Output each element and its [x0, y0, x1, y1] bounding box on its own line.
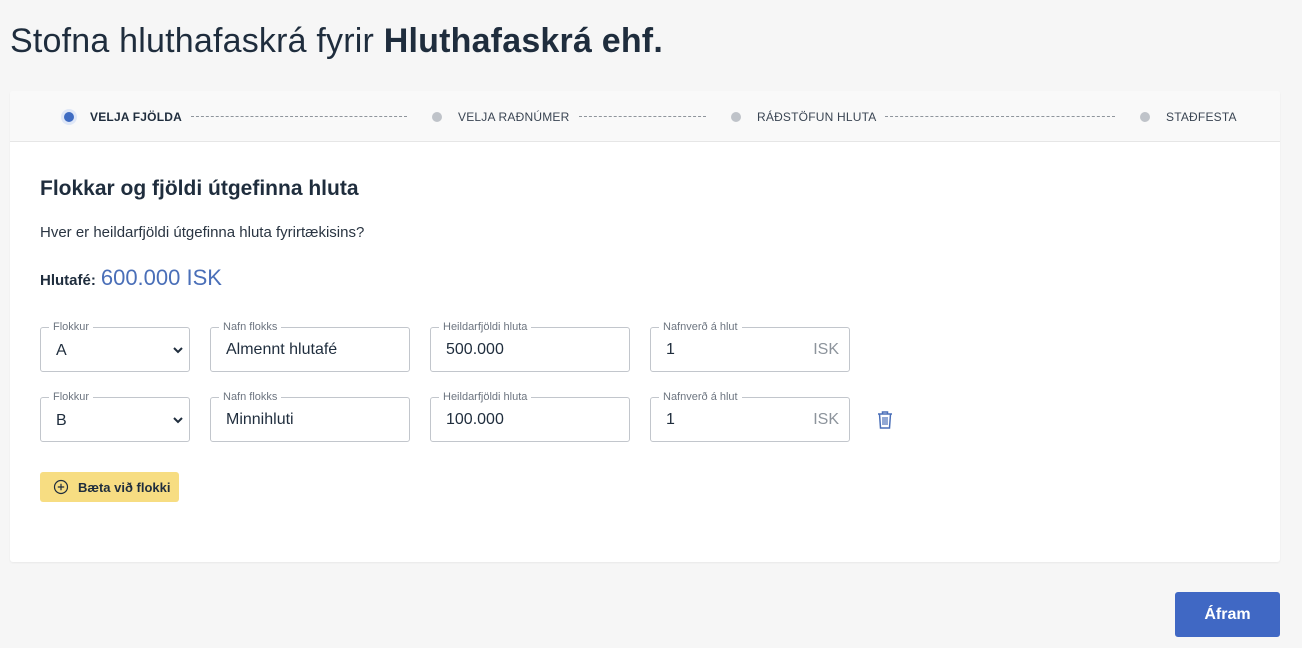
section-title: Flokkar og fjöldi útgefinna hluta — [40, 177, 359, 200]
par-value-input[interactable]: Nafnverð á hlut 1 ISK — [650, 391, 850, 442]
share-registry-card: VELJA FJÖLDA VELJA RAÐNÚMER RÁÐSTÖFUN HL… — [10, 91, 1280, 562]
share-capital-value: 600.000 ISK — [100, 265, 222, 290]
step-stadfesta[interactable]: STAÐFESTA — [1140, 91, 1237, 142]
stepper: VELJA FJÖLDA VELJA RAÐNÚMER RÁÐSTÖFUN HL… — [10, 91, 1280, 142]
par-value-value: 1 — [666, 411, 675, 428]
share-capital-label: Hlutafé: — [40, 272, 96, 289]
page-title-prefix: Stofna hluthafaskrá fyrir — [10, 22, 375, 60]
company-name: Hluthafaskrá ehf. — [383, 22, 663, 60]
plus-circle-icon — [53, 479, 69, 495]
class-name-input[interactable]: Nafn flokks Almennt hlutafé — [210, 321, 410, 372]
step-radstofun-hluta[interactable]: RÁÐSTÖFUN HLUTA — [731, 91, 876, 142]
step-connector — [579, 116, 706, 117]
class-name-value: Minnihluti — [226, 411, 294, 428]
class-select-value: A — [56, 342, 67, 359]
currency-unit: ISK — [813, 411, 839, 428]
share-capital: Hlutafé: 600.000 ISK — [40, 265, 222, 291]
step-label: STAÐFESTA — [1166, 109, 1237, 124]
step-dot-icon — [731, 111, 741, 122]
step-label: VELJA RAÐNÚMER — [458, 109, 570, 124]
chevron-down-icon — [173, 417, 183, 424]
total-shares-input[interactable]: Heildarfjöldi hluta 500.000 — [430, 321, 630, 372]
total-shares-input[interactable]: Heildarfjöldi hluta 100.000 — [430, 391, 630, 442]
total-shares-value: 500.000 — [446, 341, 504, 358]
chevron-down-icon — [173, 347, 183, 354]
next-button[interactable]: Áfram — [1175, 592, 1280, 637]
add-class-label: Bæta við flokki — [78, 479, 171, 495]
class-name-value: Almennt hlutafé — [226, 341, 338, 358]
step-label: VELJA FJÖLDA — [90, 109, 182, 124]
step-connector — [191, 116, 407, 117]
page-title: Stofna hluthafaskrá fyrir Hluthafaskrá e… — [10, 22, 663, 61]
section-question: Hver er heildarfjöldi útgefinna hluta fy… — [40, 224, 365, 241]
total-shares-value: 100.000 — [446, 411, 504, 428]
step-dot-icon — [1140, 111, 1150, 122]
step-label: RÁÐSTÖFUN HLUTA — [757, 109, 877, 124]
class-select[interactable]: Flokkur B — [40, 391, 190, 442]
step-velja-radnumer[interactable]: VELJA RAÐNÚMER — [432, 91, 570, 142]
trash-icon[interactable] — [876, 410, 894, 430]
class-select-value: B — [56, 412, 67, 429]
class-name-input[interactable]: Nafn flokks Minnihluti — [210, 391, 410, 442]
step-velja-fjolda[interactable]: VELJA FJÖLDA — [64, 91, 182, 142]
step-dot-icon — [432, 111, 442, 122]
par-value-input[interactable]: Nafnverð á hlut 1 ISK — [650, 321, 850, 372]
currency-unit: ISK — [813, 341, 839, 358]
class-select[interactable]: Flokkur A — [40, 321, 190, 372]
par-value-value: 1 — [666, 341, 675, 358]
add-class-button[interactable]: Bæta við flokki — [40, 472, 179, 502]
step-dot-active-icon — [64, 111, 74, 122]
step-connector — [885, 116, 1115, 117]
